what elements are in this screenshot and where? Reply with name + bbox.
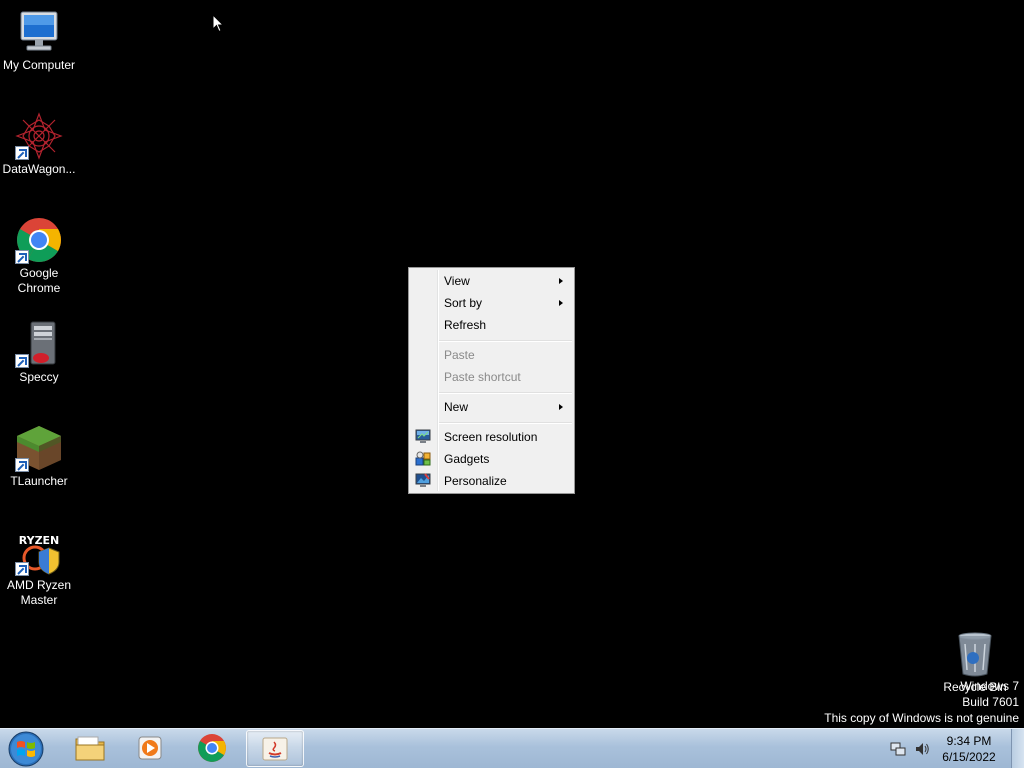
tlauncher-icon — [15, 424, 63, 472]
clock-date: 6/15/2022 — [942, 750, 996, 764]
menu-item-sort-by[interactable]: Sort by — [411, 292, 572, 314]
menu-item-screen-resolution[interactable]: Screen resolution — [411, 426, 572, 448]
datawagon-icon — [15, 112, 63, 160]
taskbar-media-player[interactable] — [122, 730, 178, 767]
windows-logo-icon — [8, 731, 44, 767]
system-clock[interactable]: 9:34 PM 6/15/2022 — [938, 733, 1000, 765]
computer-icon — [15, 8, 63, 56]
shortcut-arrow-icon — [15, 146, 29, 160]
taskbar-windows-explorer[interactable] — [62, 730, 118, 767]
menu-item-view[interactable]: View — [411, 270, 572, 292]
submenu-arrow-icon — [559, 404, 563, 410]
watermark-os-name: Windows 7 — [960, 679, 1019, 693]
java-icon — [262, 737, 288, 761]
chrome-icon — [15, 216, 63, 264]
mouse-cursor-icon — [212, 14, 224, 33]
menu-item-personalize[interactable]: Personalize — [411, 470, 572, 492]
chrome-icon — [198, 734, 226, 762]
volume-icon[interactable] — [914, 741, 930, 757]
desktop-icon-label: TLauncher — [10, 474, 68, 488]
svg-text:RYZEN: RYZEN — [19, 534, 60, 547]
desktop-icon-label: Speccy — [19, 370, 59, 384]
desktop-icon-datawagon[interactable]: DataWagon... — [0, 112, 78, 177]
show-desktop-button[interactable] — [1011, 729, 1024, 768]
menu-separator — [439, 340, 572, 342]
clock-time: 9:34 PM — [946, 734, 992, 748]
desktop-icon-label: DataWagon... — [2, 162, 76, 176]
menu-item-paste-shortcut[interactable]: Paste shortcut — [411, 366, 572, 388]
ryzen-master-icon: RYZEN — [15, 528, 63, 576]
submenu-arrow-icon — [559, 278, 563, 284]
menu-separator — [439, 422, 572, 424]
watermark-genuine-notice: This copy of Windows is not genuine — [824, 711, 1019, 725]
speccy-icon — [15, 320, 63, 368]
desktop-icon-label: My Computer — [2, 58, 76, 72]
desktop-icon-my-computer[interactable]: My Computer — [0, 8, 78, 73]
shortcut-arrow-icon — [15, 562, 29, 576]
shortcut-arrow-icon — [15, 458, 29, 472]
watermark-build: Build 7601 — [962, 695, 1019, 709]
desktop-icon-label: Google Chrome — [17, 266, 61, 295]
taskbar: 9:34 PM 6/15/2022 — [0, 728, 1024, 768]
desktop-icon-label: AMD Ryzen Master — [6, 578, 71, 607]
personalize-icon — [415, 473, 431, 487]
network-icon[interactable] — [890, 741, 906, 757]
desktop-context-menu: View Sort by Refresh Paste Paste shortcu… — [408, 267, 575, 494]
taskbar-google-chrome[interactable] — [184, 730, 240, 767]
menu-item-new[interactable]: New — [411, 396, 572, 418]
menu-item-gadgets[interactable]: Gadgets — [411, 448, 572, 470]
desktop-icon-tlauncher[interactable]: TLauncher — [0, 424, 78, 489]
menu-item-paste[interactable]: Paste — [411, 344, 572, 366]
shortcut-arrow-icon — [15, 250, 29, 264]
media-player-icon — [138, 736, 162, 760]
submenu-arrow-icon — [559, 300, 563, 306]
taskbar-java[interactable] — [246, 730, 304, 767]
start-button[interactable] — [6, 730, 46, 768]
menu-item-refresh[interactable]: Refresh — [411, 314, 572, 336]
desktop-icon-google-chrome[interactable]: Google Chrome — [0, 216, 78, 296]
screen-resolution-icon — [415, 429, 431, 443]
shortcut-arrow-icon — [15, 354, 29, 368]
folder-icon — [75, 736, 105, 761]
recycle-bin-icon — [951, 630, 999, 678]
gadgets-icon — [415, 451, 431, 466]
windows-watermark: Windows 7 Build 7601 This copy of Window… — [824, 678, 1019, 726]
desktop-icon-amd-ryzen-master[interactable]: RYZEN AMD Ryzen Master — [0, 528, 78, 608]
desktop[interactable]: My Computer DataWagon... Google Chrome S… — [0, 0, 1024, 728]
menu-separator — [439, 392, 572, 394]
desktop-icon-speccy[interactable]: Speccy — [0, 320, 78, 385]
